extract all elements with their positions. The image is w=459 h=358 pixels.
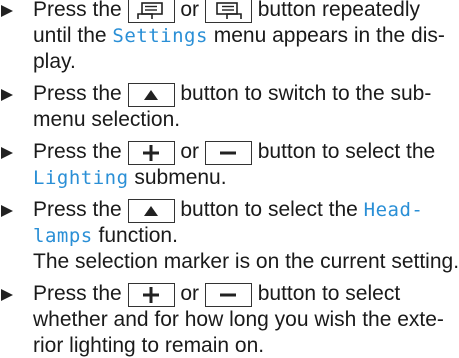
bullet-arrow-icon <box>1 205 13 217</box>
step-4-note: The selection marker is on the current s… <box>33 250 459 273</box>
bullet-arrow-icon <box>1 147 13 159</box>
minus-button <box>204 141 252 165</box>
plus-button <box>127 141 175 165</box>
plus-button <box>127 283 175 307</box>
plus-icon <box>143 145 160 161</box>
plus-icon <box>143 287 160 303</box>
bullet-arrow-icon <box>1 5 13 17</box>
up-button <box>127 199 175 223</box>
display-left-button <box>127 0 175 23</box>
bullet-arrow-icon <box>1 289 13 301</box>
lighting-submenu-label: Lighting <box>33 167 129 189</box>
step-5-line-2: whether and for how long you wish the ex… <box>33 308 444 331</box>
minus-icon <box>220 151 237 155</box>
headlamps-function-label: Head- <box>363 199 424 221</box>
step-3-line-2: Lighting submenu. <box>33 166 227 189</box>
up-button <box>127 83 175 107</box>
step-1-line-2: until the Settings menu appears in the d… <box>33 24 445 47</box>
display-right-button <box>204 0 252 23</box>
display-left-icon <box>137 2 163 19</box>
headlamps-function-label-cont: lamps <box>33 225 93 247</box>
step-5-line-3: rior lighting to remain on. <box>33 334 265 357</box>
minus-icon <box>220 293 237 297</box>
step-4-line-2: lamps function. <box>33 224 178 247</box>
bullet-arrow-icon <box>1 89 13 101</box>
step-1-line-3: play. <box>33 50 76 73</box>
up-triangle-icon <box>144 90 159 100</box>
up-triangle-icon <box>144 206 159 216</box>
display-right-icon <box>216 2 243 19</box>
settings-menu-label: Settings <box>112 25 208 47</box>
step-2-line-2: menu selection. <box>33 108 181 131</box>
minus-button <box>204 283 252 307</box>
